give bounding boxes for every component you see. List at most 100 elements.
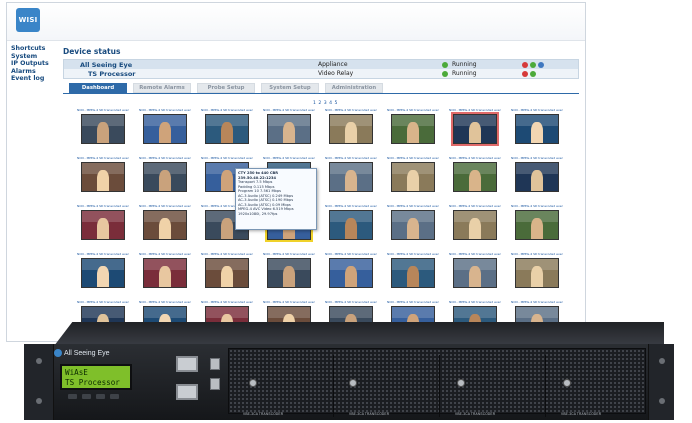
- video-preview[interactable]: [81, 258, 125, 288]
- channel-thumbnail[interactable]: NCN - MPEG-4 SD transcoded event: [75, 205, 131, 251]
- thumbnail-caption[interactable]: NCN - MPEG-4 SD transcoded event: [387, 301, 439, 304]
- thumbnail-caption[interactable]: NCN - MPEG-4 SD transcoded event: [449, 109, 501, 112]
- sidebar-item-ip-outputs[interactable]: IP Outputs: [11, 60, 61, 68]
- video-preview[interactable]: [453, 162, 497, 192]
- thumbnail-caption[interactable]: NCN - MPEG-4 SD transcoded event: [77, 109, 129, 112]
- front-panel-button[interactable]: [82, 394, 91, 399]
- channel-thumbnail[interactable]: NCN - MPEG-4 SD transcoded event: [137, 205, 193, 251]
- thumbnail-caption[interactable]: NCN - MPEG-4 SD transcoded event: [325, 301, 377, 304]
- thumbnail-caption[interactable]: NCN - MPEG-4 SD transcoded event: [139, 205, 191, 208]
- thumbnail-caption[interactable]: NCN - MPEG-4 SD transcoded event: [263, 109, 315, 112]
- thumbnail-caption[interactable]: NCN - MPEG-4 SD transcoded event: [201, 157, 253, 160]
- thumbnail-caption[interactable]: NCN - MPEG-4 SD transcoded event: [263, 301, 315, 304]
- thumbnail-caption[interactable]: NCN - MPEG-4 SD transcoded event: [201, 253, 253, 256]
- video-preview[interactable]: [81, 162, 125, 192]
- thumbnail-caption[interactable]: NCN - MPEG-4 SD transcoded event: [387, 253, 439, 256]
- device-name[interactable]: TS Processor: [88, 70, 135, 78]
- thumbnail-caption[interactable]: NCN - MPEG-4 SD transcoded event: [325, 253, 377, 256]
- thumbnail-caption[interactable]: NCN - MPEG-4 SD transcoded event: [263, 157, 315, 160]
- thumbnail-caption[interactable]: NCN - MPEG-4 SD transcoded event: [325, 157, 377, 160]
- stop-icon[interactable]: [522, 70, 528, 77]
- channel-thumbnail[interactable]: NCN - MPEG-4 SD transcoded event: [447, 157, 503, 203]
- thumbnail-caption[interactable]: NCN - MPEG-4 SD transcoded event: [449, 205, 501, 208]
- video-preview[interactable]: [515, 162, 559, 192]
- video-preview[interactable]: [329, 210, 373, 240]
- thumbnail-caption[interactable]: NCN - MPEG-4 SD transcoded event: [511, 109, 563, 112]
- stop-icon[interactable]: [522, 61, 528, 68]
- thumbnail-caption[interactable]: NCN - MPEG-4 SD transcoded event: [139, 157, 191, 160]
- channel-thumbnail[interactable]: NCN - MPEG-4 SD transcoded event: [261, 253, 317, 299]
- tab-administration[interactable]: Administration: [325, 83, 383, 93]
- thumbnail-caption[interactable]: NCN - MPEG-4 SD transcoded event: [511, 205, 563, 208]
- refresh-icon[interactable]: [538, 61, 544, 68]
- channel-thumbnail[interactable]: NCN - MPEG-4 SD transcoded event: [509, 109, 565, 155]
- pagination[interactable]: 1 2 3 4 5: [313, 101, 338, 106]
- thumbnail-caption[interactable]: NCN - MPEG-4 SD transcoded event: [325, 205, 377, 208]
- bay-latch-icon[interactable]: [349, 379, 357, 387]
- bay-latch-icon[interactable]: [249, 379, 257, 387]
- channel-thumbnail[interactable]: NCN - MPEG-4 SD transcoded event: [385, 109, 441, 155]
- channel-thumbnail[interactable]: NCN - MPEG-4 SD transcoded event: [199, 253, 255, 299]
- device-name[interactable]: All Seeing Eye: [80, 61, 132, 69]
- channel-thumbnail[interactable]: NCN - MPEG-4 SD transcoded event: [199, 109, 255, 155]
- start-icon[interactable]: [530, 70, 536, 77]
- thumbnail-caption[interactable]: NCN - MPEG-4 SD transcoded event: [77, 205, 129, 208]
- video-preview[interactable]: [329, 114, 373, 144]
- thumbnail-caption[interactable]: NCN - MPEG-4 SD transcoded event: [511, 157, 563, 160]
- thumbnail-caption[interactable]: NCN - MPEG-4 SD transcoded event: [387, 157, 439, 160]
- channel-thumbnail[interactable]: NCN - MPEG-4 SD transcoded event: [447, 205, 503, 251]
- thumbnail-caption[interactable]: NCN - MPEG-4 SD transcoded event: [77, 301, 129, 304]
- video-preview[interactable]: [267, 114, 311, 144]
- thumbnail-caption[interactable]: NCN - MPEG-4 SD transcoded event: [449, 301, 501, 304]
- video-preview[interactable]: [451, 112, 499, 146]
- usb-port[interactable]: [210, 378, 220, 390]
- front-panel-button[interactable]: [110, 394, 119, 399]
- thumbnail-caption[interactable]: NCN - MPEG-4 SD transcoded event: [139, 109, 191, 112]
- channel-thumbnail[interactable]: NCN - MPEG-4 SD transcoded event: [323, 253, 379, 299]
- video-preview[interactable]: [515, 114, 559, 144]
- thumbnail-caption[interactable]: NCN - MPEG-4 SD transcoded event: [449, 157, 501, 160]
- ethernet-port[interactable]: [176, 384, 198, 400]
- thumbnail-caption[interactable]: NCN - MPEG-4 SD transcoded event: [387, 109, 439, 112]
- sidebar-item-shortcuts[interactable]: Shortcuts: [11, 45, 61, 53]
- channel-thumbnail[interactable]: NCN - MPEG-4 SD transcoded event: [509, 205, 565, 251]
- video-preview[interactable]: [329, 162, 373, 192]
- video-preview[interactable]: [205, 114, 249, 144]
- channel-thumbnail[interactable]: NCN - MPEG-4 SD transcoded event: [75, 109, 131, 155]
- video-preview[interactable]: [391, 210, 435, 240]
- video-preview[interactable]: [391, 114, 435, 144]
- front-panel-button[interactable]: [68, 394, 77, 399]
- channel-thumbnail[interactable]: NCN - MPEG-4 SD transcoded event: [447, 253, 503, 299]
- thumbnail-caption[interactable]: NCN - MPEG-4 SD transcoded event: [263, 253, 315, 256]
- usb-port[interactable]: [210, 358, 220, 370]
- thumbnail-caption[interactable]: NCN - MPEG-4 SD transcoded event: [325, 109, 377, 112]
- thumbnail-caption[interactable]: NCN - MPEG-4 SD transcoded event: [449, 253, 501, 256]
- channel-thumbnail[interactable]: NCN - MPEG-4 SD transcoded event: [75, 157, 131, 203]
- video-preview[interactable]: [453, 258, 497, 288]
- video-preview[interactable]: [143, 114, 187, 144]
- channel-thumbnail[interactable]: NCN - MPEG-4 SD transcoded event: [385, 157, 441, 203]
- sidebar-item-system[interactable]: System: [11, 53, 61, 61]
- thumbnail-caption[interactable]: NCN - MPEG-4 SD transcoded event: [77, 253, 129, 256]
- video-preview[interactable]: [81, 210, 125, 240]
- video-preview[interactable]: [267, 258, 311, 288]
- video-preview[interactable]: [205, 258, 249, 288]
- channel-thumbnail[interactable]: NCN - MPEG-4 SD transcoded event: [137, 157, 193, 203]
- tab-dashboard[interactable]: Dashboard: [69, 83, 127, 93]
- ethernet-port[interactable]: [176, 356, 198, 372]
- thumbnail-caption[interactable]: NCN - MPEG-4 SD transcoded event: [139, 301, 191, 304]
- tab-probe-setup[interactable]: Probe Setup: [197, 83, 255, 93]
- video-preview[interactable]: [515, 210, 559, 240]
- thumbnail-caption[interactable]: NCN - MPEG-4 SD transcoded event: [201, 301, 253, 304]
- video-preview[interactable]: [329, 258, 373, 288]
- video-preview[interactable]: [143, 210, 187, 240]
- video-preview[interactable]: [143, 162, 187, 192]
- channel-thumbnail[interactable]: NCN - MPEG-4 SD transcoded event: [447, 109, 503, 155]
- channel-thumbnail[interactable]: NCN - MPEG-4 SD transcoded event: [261, 109, 317, 155]
- device-row[interactable]: All Seeing Eye Appliance Running: [64, 60, 578, 69]
- channel-thumbnail[interactable]: NCN - MPEG-4 SD transcoded event: [385, 205, 441, 251]
- channel-thumbnail[interactable]: NCN - MPEG-4 SD transcoded event: [75, 253, 131, 299]
- channel-thumbnail[interactable]: NCN - MPEG-4 SD transcoded event: [509, 253, 565, 299]
- channel-thumbnail[interactable]: NCN - MPEG-4 SD transcoded event: [385, 253, 441, 299]
- sidebar-item-alarms[interactable]: Alarms: [11, 68, 61, 76]
